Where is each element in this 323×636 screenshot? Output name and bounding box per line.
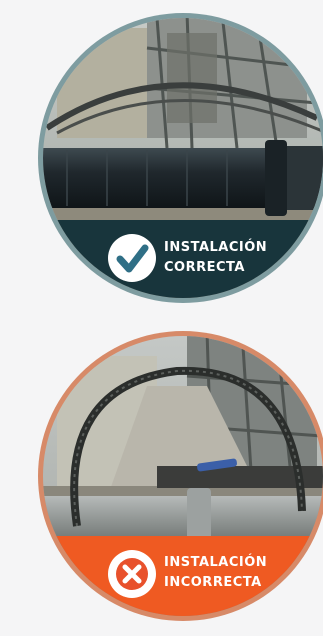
incorrect-installation-panel: INSTALACIÓN INCORRECTA <box>37 326 323 626</box>
status-line2: INCORRECTA <box>164 575 262 590</box>
status-line1: INSTALACIÓN <box>164 554 267 570</box>
status-line2: CORRECTA <box>164 260 245 275</box>
correct-installation-panel: INSTALACIÓN CORRECTA <box>37 8 323 308</box>
status-line1: INSTALACIÓN <box>164 239 267 255</box>
incorrect-installation-photo: INSTALACIÓN INCORRECTA <box>38 331 323 621</box>
checkmark-icon-badge <box>108 234 156 282</box>
correct-installation-photo: INSTALACIÓN CORRECTA <box>38 13 323 303</box>
